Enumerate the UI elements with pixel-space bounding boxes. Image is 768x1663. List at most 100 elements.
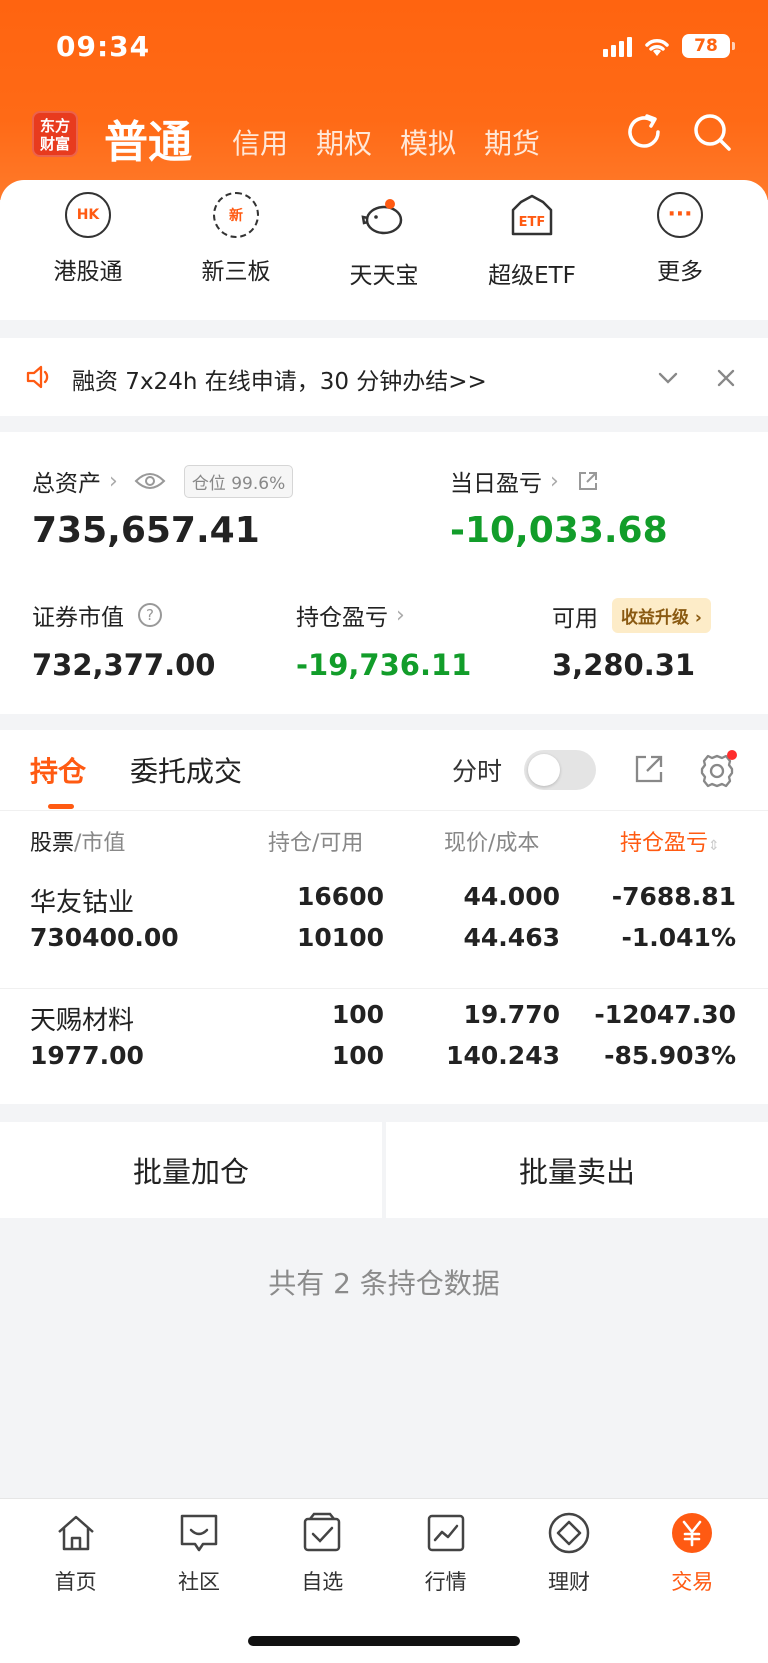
tab-label: 交易 [671,1570,714,1594]
total-asset-value: 735,657.41 [32,510,260,551]
chevron-right-icon: › [109,468,118,494]
account-tab-futures[interactable]: 期货 [484,122,540,162]
col-pl: 持仓盈亏 [620,831,709,856]
daily-pl-value: -10,033.68 [450,510,668,551]
close-icon[interactable] [714,366,738,390]
holding-pl-value: -19,736.11 [296,648,472,682]
chevron-down-icon[interactable] [656,366,680,390]
stock-market-value: 1977.00 [30,1041,144,1070]
sort-icon: ⇕ [708,838,720,854]
stock-market-value: 730400.00 [30,923,179,952]
hk-icon-text: HK [76,207,100,223]
stock-cost: 44.463 [463,923,560,952]
eye-icon[interactable] [134,470,166,492]
col-qty: 持仓 [268,831,313,856]
tab-label: 首页 [54,1570,97,1594]
account-tab-credit[interactable]: 信用 [232,122,288,162]
search-icon[interactable] [690,110,734,154]
intraday-toggle[interactable] [524,750,596,790]
available-label: 可用 [552,605,598,632]
tab-label: 行情 [424,1570,467,1594]
speaker-icon [26,365,49,389]
shortcut-grid: HK 港股通 新 新三板 天天宝 ETF 超级ETF ··· 更多 [0,180,768,320]
stock-price: 44.000 [463,882,560,911]
stock-pl: -12047.30 [594,1000,736,1029]
stock-qty: 16600 [297,882,384,911]
chevron-right-icon: › [550,468,559,494]
notice-text: 融资 7x24h 在线申请，30 分钟办结>> [72,369,487,395]
market-value-label: 证券市值 [32,605,124,631]
promo-notice-bar[interactable]: 融资 7x24h 在线申请，30 分钟办结>> [0,338,768,416]
account-tab-active[interactable]: 普通 [104,106,192,170]
yield-upgrade-badge[interactable]: 收益升级 › [612,598,711,633]
stock-qty: 100 [331,1000,384,1029]
holdings-panel: 持仓 委托成交 分时 股票/市值 持仓/可用 现价/成本 持仓盈亏⇕ 华友钴业 … [0,730,768,1104]
stock-name: 华友钴业 [30,888,135,918]
daily-pl-header[interactable]: 当日盈亏 › [450,464,599,498]
holding-pl-label: 持仓盈亏 [296,605,388,631]
col-qty-header: 持仓/可用 [268,825,363,857]
battery-icon: 78 [682,34,735,58]
shortcut-label: 天天宝 [349,263,419,289]
market-value-header: 证券市值 ? [32,598,162,632]
batch-add-button[interactable]: 批量加仓 [0,1122,382,1218]
tab-holdings[interactable]: 持仓 [30,750,86,790]
status-icons: 78 [603,34,735,58]
col-stock-sub: /市值 [74,831,126,856]
available-header: 可用 收益升级 › [552,598,711,633]
shortcut-label: 港股通 [53,259,123,285]
hk-icon: HK [65,192,111,238]
svg-text:ETF: ETF [519,215,546,230]
refresh-new-icon: 新 [213,192,259,238]
diamond-icon [548,1512,590,1554]
col-stock-header: 股票/市值 [30,825,125,857]
batch-actions: 批量加仓 批量卖出 [0,1122,768,1218]
shortcut-hk-connect[interactable]: HK 港股通 [23,192,153,320]
tab-home[interactable]: 首页 [21,1511,131,1663]
account-tab-options[interactable]: 期权 [316,122,372,162]
daily-pl-label: 当日盈亏 [450,471,542,497]
status-time: 09:34 [56,30,151,63]
app-logo: 东方 财富 [32,111,78,157]
account-nav: 东方 财富 普通 信用 期权 模拟 期货 [0,108,768,168]
tab-trade[interactable]: 交易 [637,1511,747,1663]
status-bar: 09:34 78 [0,0,768,100]
holdings-count-text: 共有 2 条持仓数据 [268,1267,500,1300]
help-icon[interactable]: ? [138,603,162,627]
batch-sell-button[interactable]: 批量卖出 [386,1122,768,1218]
col-price-header: 现价/成本 [444,825,539,857]
tab-orders[interactable]: 委托成交 [130,750,242,790]
shortcut-more[interactable]: ··· 更多 [615,192,745,320]
tab-wealth[interactable]: 理财 [514,1511,624,1663]
total-asset-header[interactable]: 总资产 › 仓位 99.6% [32,464,294,498]
settings-gear-icon[interactable] [698,750,738,790]
shortcut-tiantianbao[interactable]: 天天宝 [319,192,449,320]
etf-crown-icon: ETF [511,194,553,236]
cellular-signal-icon [603,35,632,57]
shortcut-new-third-board[interactable]: 新 新三板 [171,192,301,320]
position-ratio-pill: 仓位 99.6% [183,464,294,498]
chevron-right-icon: › [396,602,405,628]
refresh-icon[interactable] [622,110,666,154]
shortcut-super-etf[interactable]: ETF 超级ETF [467,192,597,320]
badge-text: 收益升级 [621,608,689,628]
holding-pl-header[interactable]: 持仓盈亏 › [296,598,405,632]
col-price: 现价 [444,831,489,856]
tab-label: 自选 [301,1570,344,1594]
tab-community[interactable]: 社区 [144,1511,254,1663]
logo-line-2: 财富 [39,135,70,153]
col-qty-sub: /可用 [312,831,364,856]
stock-pl-pct: -1.041% [621,923,736,952]
stock-available: 10100 [297,923,384,952]
total-asset-label: 总资产 [32,471,101,497]
check-icon [304,1512,341,1552]
account-tabs: 信用 期权 模拟 期货 [232,122,540,162]
col-pl-header[interactable]: 持仓盈亏⇕ [620,825,720,857]
more-icon-text: ··· [667,202,693,227]
chat-icon [180,1514,218,1552]
chart-icon [427,1514,464,1552]
shortcut-label: 新三板 [201,259,271,285]
account-tab-simulate[interactable]: 模拟 [400,122,456,162]
share-icon[interactable] [632,752,666,786]
external-link-icon[interactable] [577,470,599,492]
